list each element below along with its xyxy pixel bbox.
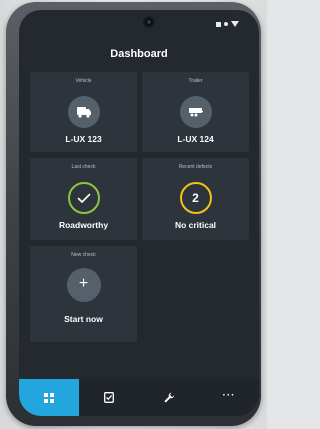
vehicle-label: Vehicle	[75, 78, 92, 84]
status-bar	[216, 19, 239, 29]
defects-count: 2	[192, 191, 199, 205]
camera-icon	[143, 16, 155, 28]
last-check-value: Roadworthy	[58, 220, 109, 230]
truck-icon	[67, 96, 100, 128]
nav-maintenance[interactable]	[139, 379, 199, 416]
dot-icon	[224, 22, 228, 26]
last-check-label: Last check	[71, 164, 96, 170]
page-title: Dashboard	[110, 48, 168, 60]
signal-triangle-icon	[231, 21, 239, 27]
trailer-icon	[179, 96, 212, 128]
app-screen: Dashboard Vehicle L-UX 123 Trailer L-UX …	[19, 10, 259, 416]
defects-count-badge: 2	[179, 182, 212, 214]
recent-defects-card[interactable]: Recent defects 2 No critical	[142, 158, 249, 240]
plus-icon[interactable]: +	[66, 268, 101, 302]
new-check-card[interactable]: New check + Start now	[30, 246, 137, 342]
grid-icon	[44, 392, 54, 403]
nav-dashboard[interactable]	[19, 379, 79, 416]
last-check-card[interactable]: Last check Roadworthy	[30, 158, 137, 240]
nav-checks[interactable]	[79, 379, 139, 416]
checklist-icon	[104, 392, 114, 403]
new-check-label: New check	[71, 252, 96, 258]
check-icon	[67, 182, 100, 214]
recent-defects-label: Recent defects	[178, 164, 213, 170]
wrench-icon	[164, 392, 174, 403]
nav-more[interactable]: ···	[199, 379, 259, 416]
phone-frame: Dashboard Vehicle L-UX 123 Trailer L-UX …	[6, 2, 261, 426]
trailer-label: Trailer	[188, 78, 203, 84]
bottom-nav: ···	[19, 379, 259, 416]
recent-defects-value: No critical	[174, 220, 217, 230]
more-icon: ···	[222, 390, 236, 401]
vehicle-value: L-UX 123	[65, 134, 102, 144]
trailer-card[interactable]: Trailer L-UX 124	[142, 72, 249, 152]
new-check-value[interactable]: Start now	[30, 314, 137, 324]
square-icon	[216, 21, 221, 27]
trailer-value: L-UX 124	[177, 134, 214, 144]
vehicle-card[interactable]: Vehicle L-UX 123	[30, 72, 137, 152]
